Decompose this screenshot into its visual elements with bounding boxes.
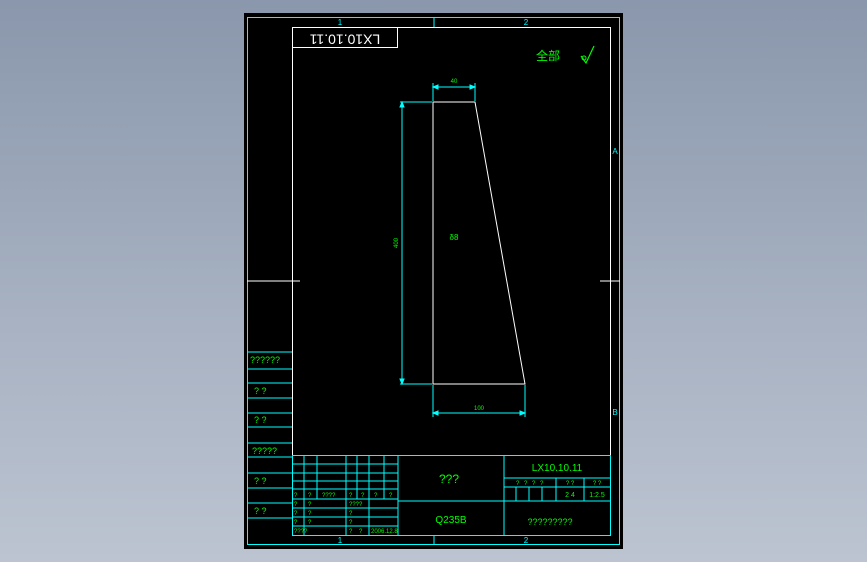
scale-header: ? ? — [593, 481, 602, 487]
drawing-number: LX10.10.11 — [532, 463, 583, 474]
scale-value: 1:2.5 — [589, 492, 605, 499]
title-cell: ? — [308, 520, 312, 526]
thickness-label: δ8 — [450, 233, 459, 242]
title-date: 2006.12.8 — [371, 529, 398, 535]
company-name: ????????? — [527, 517, 572, 527]
weight-header: ? ? — [566, 481, 575, 487]
zone-label-a: A — [612, 147, 618, 156]
dim-bottom-width — [431, 385, 527, 417]
title-cell: ? — [359, 529, 363, 535]
title-cell: ? — [389, 493, 393, 499]
side-table — [247, 351, 292, 519]
dim-top-width — [431, 83, 477, 101]
side-table-row: ????? — [252, 446, 277, 456]
side-table-row: ? ? — [254, 415, 267, 425]
side-table-row: ?????? — [250, 355, 280, 365]
mirrored-code-text: LX10.10.11 — [310, 31, 381, 47]
roughness-label: 全部 — [536, 48, 560, 63]
title-cell: ? — [294, 502, 298, 508]
zone-label-bottom-2: 2 — [524, 536, 529, 545]
title-cell: ? — [294, 520, 298, 526]
mirrored-code-box: LX10.10.11 — [292, 27, 398, 48]
zone-label-top-1: 1 — [338, 18, 343, 27]
zone-label-top-2: 2 — [524, 18, 529, 27]
material: Q235B — [435, 515, 466, 526]
title-cell: ???? — [294, 529, 308, 535]
side-table-row: ? ? — [254, 476, 267, 486]
zone-label-bottom-1: 1 — [338, 536, 343, 545]
stage-count: 2 4 — [565, 492, 575, 499]
part-outline — [432, 101, 526, 385]
title-cell: ? — [349, 520, 353, 526]
title-cell: ? — [349, 511, 353, 517]
stage-header: ? — [516, 481, 520, 487]
stage-header: ? — [532, 481, 536, 487]
dim-top-width-text: 40 — [451, 79, 458, 85]
dim-bottom-width-text: 100 — [474, 406, 485, 412]
title-cell: ? — [294, 493, 298, 499]
roughness-symbol-icon — [580, 45, 595, 65]
title-cell: ? — [308, 502, 312, 508]
zone-label-b: B — [612, 408, 617, 417]
title-cell: ? — [349, 529, 353, 535]
title-cell: ? — [349, 493, 353, 499]
cad-drawing-viewport[interactable]: 1 2 1 2 A B LX10.10.11 全部 40 400 100 δ8 — [244, 13, 623, 549]
side-table-row: ? ? — [254, 506, 267, 516]
dim-height — [399, 100, 432, 386]
side-table-row: ? ? — [254, 386, 267, 396]
inner-frame — [292, 27, 611, 536]
title-cell: ? — [308, 493, 312, 499]
title-cell: ???? — [322, 493, 336, 499]
title-cell: ? — [294, 511, 298, 517]
title-cell: ? — [308, 511, 312, 517]
stage-header: ? — [540, 481, 544, 487]
dim-height-text: 400 — [394, 237, 400, 248]
title-cell: ? — [374, 493, 378, 499]
stage-header: ? — [524, 481, 528, 487]
title-cell: ? — [361, 493, 365, 499]
title-cell: ???? — [349, 502, 363, 508]
part-name: ??? — [439, 472, 459, 486]
